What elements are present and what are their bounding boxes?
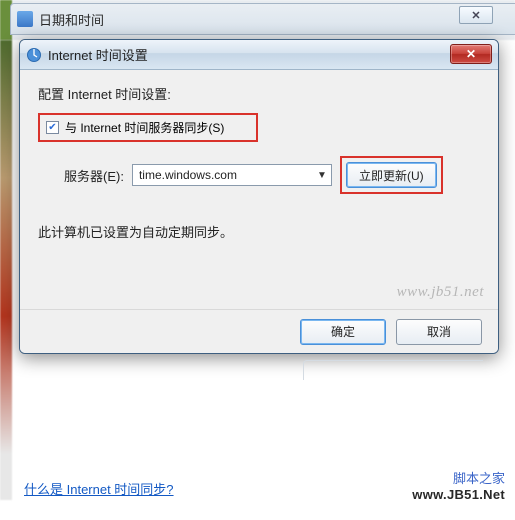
- highlight-sync-checkbox: ✔ 与 Internet 时间服务器同步(S): [38, 113, 258, 142]
- help-link[interactable]: 什么是 Internet 时间同步?: [24, 479, 174, 498]
- sync-checkbox-label: 与 Internet 时间服务器同步(S): [65, 119, 224, 136]
- cancel-button-label: 取消: [427, 323, 451, 340]
- globe-clock-icon: [26, 47, 42, 63]
- sync-checkbox-row[interactable]: ✔ 与 Internet 时间服务器同步(S): [46, 119, 250, 136]
- ok-button[interactable]: 确定: [300, 319, 386, 345]
- update-now-button[interactable]: 立即更新(U): [346, 162, 437, 188]
- dialog-body: 配置 Internet 时间设置: ✔ 与 Internet 时间服务器同步(S…: [20, 70, 498, 309]
- datetime-icon: [17, 11, 33, 27]
- watermark-text: www.jb51.net: [397, 284, 484, 301]
- ok-button-label: 确定: [331, 323, 355, 340]
- server-row: 服务器(E): time.windows.com ▼ 立即更新(U): [64, 156, 480, 194]
- site-footer: 脚本之家 www.JB51.Net: [412, 468, 505, 502]
- highlight-update-button: 立即更新(U): [340, 156, 443, 194]
- dialog-title: Internet 时间设置: [48, 45, 148, 64]
- server-dropdown-value: time.windows.com: [139, 168, 237, 182]
- dialog-heading: 配置 Internet 时间设置:: [38, 84, 480, 103]
- dialog-close-button[interactable]: ✕: [450, 44, 492, 64]
- dialog-footer: 确定 取消: [20, 309, 498, 353]
- background-blur-side: [0, 40, 12, 500]
- update-now-label: 立即更新(U): [359, 167, 424, 184]
- site-name-zh: 脚本之家: [412, 468, 505, 487]
- parent-window-title: 日期和时间: [39, 10, 104, 29]
- server-dropdown[interactable]: time.windows.com ▼: [132, 164, 332, 186]
- parent-panel-edge: [303, 360, 483, 380]
- checkmark-icon: ✔: [48, 123, 56, 133]
- dialog-titlebar[interactable]: Internet 时间设置 ✕: [20, 40, 498, 70]
- page-backdrop: 日期和时间 ✕ Internet 时间设置 ✕ 配置 Internet 时间设置…: [0, 0, 515, 520]
- internet-time-settings-dialog: Internet 时间设置 ✕ 配置 Internet 时间设置: ✔ 与 In…: [19, 39, 499, 354]
- site-name-en: www.JB51.Net: [412, 487, 505, 502]
- parent-window-close-button[interactable]: ✕: [459, 6, 493, 24]
- close-icon: ✕: [471, 9, 480, 22]
- parent-window-titlebar: 日期和时间 ✕: [10, 3, 515, 35]
- sync-checkbox[interactable]: ✔: [46, 121, 59, 134]
- cancel-button[interactable]: 取消: [396, 319, 482, 345]
- server-label: 服务器(E):: [64, 166, 124, 185]
- close-icon: ✕: [466, 47, 476, 61]
- chevron-down-icon: ▼: [317, 170, 327, 181]
- sync-status-text: 此计算机已设置为自动定期同步。: [38, 222, 480, 241]
